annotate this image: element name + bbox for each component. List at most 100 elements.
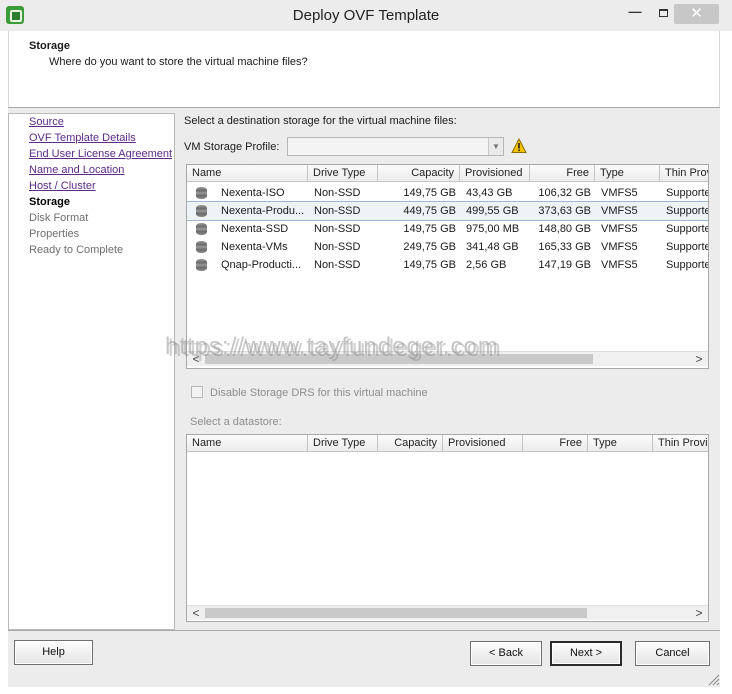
scrollbar-thumb[interactable] [205, 608, 587, 618]
cell-provisioned: 499,55 GB [466, 205, 519, 217]
cell-free: 147,19 GB [538, 259, 591, 271]
cell-drive-type: Non-SSD [314, 241, 361, 253]
cell-type: VMFS5 [601, 223, 638, 235]
cell-provisioned: 975,00 MB [466, 223, 520, 235]
col-provisioned[interactable]: Provisioned [443, 435, 523, 452]
cell-provisioned: 2,56 GB [466, 259, 507, 271]
cell-capacity: 249,75 GB [403, 241, 456, 253]
datastore-icon [196, 205, 207, 217]
cancel-button[interactable]: Cancel [635, 641, 710, 666]
step-storage: Storage [29, 196, 70, 208]
step-disk-format: Disk Format [29, 212, 89, 224]
step-ovf-template-details[interactable]: OVF Template Details [29, 132, 136, 144]
datastore-icon [196, 187, 207, 199]
resize-grip-icon[interactable] [706, 672, 720, 686]
step-ready-to-complete: Ready to Complete [29, 244, 124, 256]
cell-thin-provisioning: Supported [666, 241, 708, 253]
cell-type: VMFS5 [601, 205, 638, 217]
scroll-right-icon[interactable]: > [692, 352, 706, 366]
table-row-selected[interactable]: Nexenta-Produ... Non-SSD 449,75 GB 499,5… [187, 201, 708, 221]
cell-name: Nexenta-VMs [221, 241, 288, 253]
step-source[interactable]: Source [29, 116, 64, 128]
col-thin-provisioning[interactable]: Thin Prov [660, 165, 708, 182]
cell-drive-type: Non-SSD [314, 205, 361, 217]
col-name[interactable]: Name [187, 165, 308, 182]
vm-storage-profile-label: VM Storage Profile: [184, 141, 280, 153]
close-button[interactable]: ✕ [674, 4, 719, 24]
cell-name: Nexenta-Produ... [221, 205, 305, 217]
scroll-left-icon[interactable]: < [189, 606, 203, 620]
col-type[interactable]: Type [595, 165, 660, 182]
step-properties: Properties [29, 228, 80, 240]
col-capacity[interactable]: Capacity [378, 435, 443, 452]
scroll-right-icon[interactable]: > [692, 606, 706, 620]
col-thin-provisioning[interactable]: Thin Provi [653, 435, 708, 452]
page-subtitle: Where do you want to store the virtual m… [49, 56, 308, 68]
step-end-user-license-agreement[interactable]: End User License Agreement [29, 148, 172, 160]
table-row[interactable]: Nexenta-SSD Non-SSD 149,75 GB 975,00 MB … [187, 220, 708, 238]
col-provisioned[interactable]: Provisioned [460, 165, 530, 182]
datastore-table-header: Name Drive Type Capacity Provisioned Fre… [187, 435, 708, 452]
cell-drive-type: Non-SSD [314, 223, 361, 235]
watermark-text: https://www.tayfundeger.com [165, 333, 499, 360]
cell-free: 106,32 GB [538, 187, 591, 199]
col-drive-type[interactable]: Drive Type [308, 435, 378, 452]
maximize-icon [658, 9, 668, 17]
step-name-and-location[interactable]: Name and Location [29, 164, 124, 176]
cell-capacity: 149,75 GB [403, 187, 456, 199]
datastore-table: Name Drive Type Capacity Provisioned Fre… [186, 434, 709, 622]
window-title: Deploy OVF Template [292, 7, 440, 24]
table-row[interactable]: Qnap-Producti... Non-SSD 149,75 GB 2,56 … [187, 256, 708, 274]
cell-provisioned: 43,43 GB [466, 187, 513, 199]
help-button[interactable]: Help [14, 640, 93, 665]
cell-drive-type: Non-SSD [314, 259, 361, 271]
col-capacity[interactable]: Capacity [378, 165, 460, 182]
minimize-button[interactable]: — [626, 4, 644, 24]
vm-storage-profile-select[interactable]: ▼ [287, 137, 504, 156]
col-type[interactable]: Type [588, 435, 653, 452]
cell-type: VMFS5 [601, 187, 638, 199]
cell-free: 373,63 GB [538, 205, 591, 217]
disable-storage-drs-checkbox[interactable] [191, 386, 203, 398]
next-button[interactable]: Next > [550, 641, 622, 666]
cell-type: VMFS5 [601, 241, 638, 253]
warning-icon [511, 138, 527, 153]
table-row[interactable]: Nexenta-VMs Non-SSD 249,75 GB 341,48 GB … [187, 238, 708, 256]
cell-thin-provisioning: Supported [666, 187, 708, 199]
cell-capacity: 149,75 GB [403, 223, 456, 235]
datastore-icon [196, 223, 207, 235]
step-host-cluster[interactable]: Host / Cluster [29, 180, 96, 192]
wizard-steps-sidebar: Source OVF Template Details End User Lic… [8, 113, 175, 630]
maximize-button[interactable] [654, 4, 672, 24]
cell-capacity: 449,75 GB [403, 205, 456, 217]
cell-type: VMFS5 [601, 259, 638, 271]
cell-thin-provisioning: Supported [666, 259, 708, 271]
watermark: https://www.tayfundeger.com https://www.… [165, 332, 585, 362]
select-datastore-label: Select a datastore: [190, 416, 282, 428]
table-row[interactable]: Nexenta-ISO Non-SSD 149,75 GB 43,43 GB 1… [187, 184, 708, 202]
datastore-icon [196, 241, 207, 253]
col-free[interactable]: Free [530, 165, 595, 182]
chevron-down-icon[interactable]: ▼ [488, 138, 503, 155]
cell-name: Qnap-Producti... [221, 259, 302, 271]
datastore-icon [196, 259, 207, 271]
col-drive-type[interactable]: Drive Type [308, 165, 378, 182]
cell-name: Nexenta-ISO [221, 187, 285, 199]
instruction-label: Select a destination storage for the vir… [184, 115, 457, 127]
wizard-header: Storage Where do you want to store the v… [8, 31, 720, 108]
cell-free: 165,33 GB [538, 241, 591, 253]
datastore-table-hscrollbar[interactable]: < > [187, 605, 708, 620]
storage-table-header: Name Drive Type Capacity Provisioned Fre… [187, 165, 708, 182]
title-bar: Deploy OVF Template — ✕ [0, 0, 732, 31]
col-free[interactable]: Free [523, 435, 588, 452]
page-title: Storage [29, 40, 70, 52]
disable-storage-drs-label: Disable Storage DRS for this virtual mac… [210, 387, 428, 399]
cell-capacity: 149,75 GB [403, 259, 456, 271]
cell-name: Nexenta-SSD [221, 223, 289, 235]
cell-free: 148,80 GB [538, 223, 591, 235]
cell-thin-provisioning: Supported [666, 223, 708, 235]
cell-thin-provisioning: Supported [666, 205, 708, 217]
back-button[interactable]: < Back [470, 641, 542, 666]
col-name[interactable]: Name [187, 435, 308, 452]
cell-drive-type: Non-SSD [314, 187, 361, 199]
